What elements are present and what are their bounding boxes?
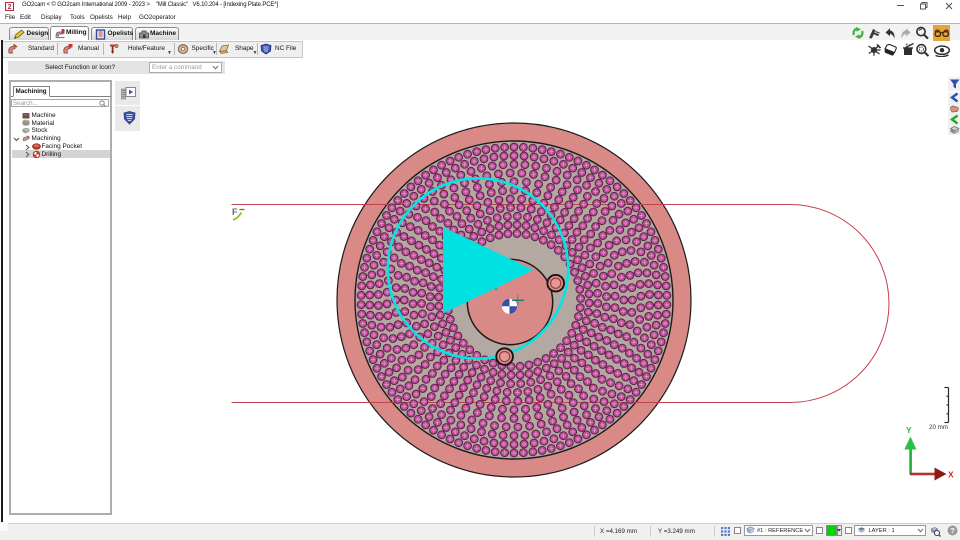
svg-text:?: ?	[950, 526, 955, 535]
svg-text:F: F	[232, 207, 238, 217]
svg-text:2: 2	[8, 4, 12, 11]
svg-text:20 mm: 20 mm	[929, 424, 948, 431]
svg-text:X: X	[948, 470, 954, 480]
svg-text:Y: Y	[906, 425, 912, 435]
